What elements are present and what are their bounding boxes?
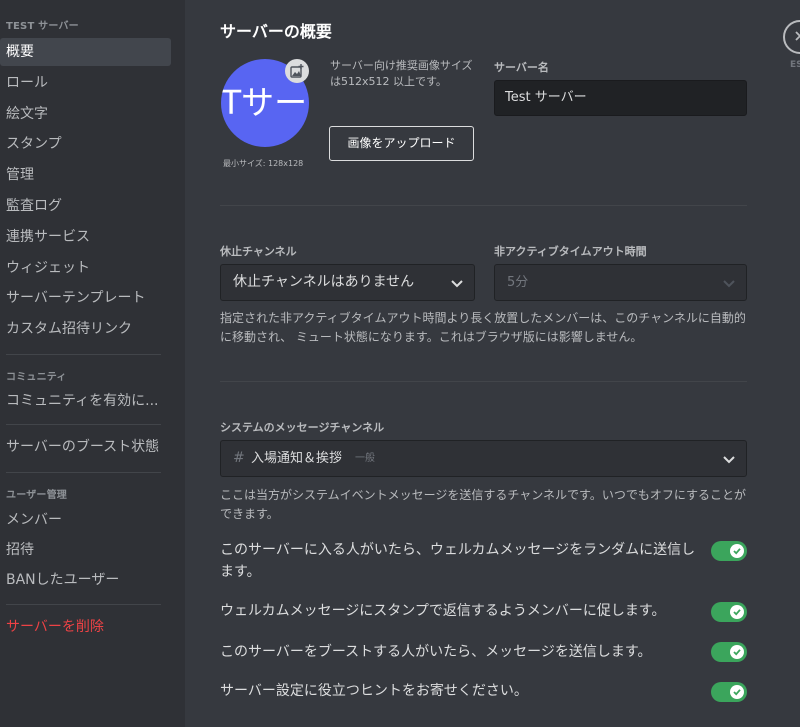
sidebar-item-widget[interactable]: ウィジェット [0, 254, 171, 282]
min-size-hint: 最小サイズ: 128x128 [223, 159, 304, 168]
page-title: サーバーの概要 [220, 22, 332, 41]
sidebar-item-overview[interactable]: 概要 [0, 38, 171, 66]
server-icon-text: Tサー [221, 83, 308, 122]
sidebar-header-user-management: ユーザー管理 [6, 490, 67, 501]
settings-sidebar: TEST サーバー 概要 ロール 絵文字 スタンプ 管理 監査ログ 連携サービス… [0, 0, 185, 727]
upload-hint: サーバー向け推奨画像サイズは512x512 以上です。 [330, 59, 473, 88]
toggle-label-sticker-reply: ウェルカムメッセージにスタンプで返信するようメンバーに促します。 [220, 603, 666, 619]
sidebar-item-boost-status[interactable]: サーバーのブースト状態 [0, 433, 171, 461]
section-divider [220, 381, 747, 382]
afk-channel-value: 休止チャンネルはありません [233, 274, 415, 290]
system-channel-note: ここは当方がシステムイベントメッセージを送信するチャンネルです。いつでもオフにす… [220, 488, 746, 521]
sidebar-item-roles[interactable]: ロール [0, 69, 171, 97]
channel-hash-icon: # [233, 450, 245, 466]
chevron-down-icon [450, 275, 464, 294]
toggle-label-boost-message: このサーバーをブーストする人がいたら、メッセージを送信します。 [220, 644, 652, 660]
sidebar-item-moderation[interactable]: 管理 [0, 161, 171, 189]
toggle-label-setup-tips: サーバー設定に役立つヒントをお寄せください。 [220, 683, 528, 699]
afk-timeout-select[interactable]: 5分 [494, 264, 747, 301]
toggle-boost-message[interactable] [711, 642, 747, 662]
sidebar-item-members[interactable]: メンバー [0, 506, 171, 534]
sidebar-item-bans[interactable]: BANしたユーザー [0, 566, 171, 594]
afk-timeout-label: 非アクティブタイムアウト時間 [494, 245, 647, 258]
sidebar-divider [6, 604, 161, 605]
add-image-icon[interactable] [285, 59, 309, 83]
close-icon [793, 28, 800, 47]
sidebar-item-enable-community[interactable]: コミュニティを有効に... [0, 387, 171, 415]
sidebar-header-server: TEST サーバー [6, 21, 79, 32]
check-icon [730, 685, 744, 699]
server-name-input[interactable]: Test サーバー [494, 80, 747, 116]
sidebar-item-integrations[interactable]: 連携サービス [0, 223, 171, 251]
toggle-setup-tips[interactable] [711, 682, 747, 702]
afk-timeout-value: 5分 [507, 275, 529, 290]
system-channel-category: 一般 [355, 453, 375, 464]
toggle-welcome-message[interactable] [711, 541, 747, 561]
afk-channel-label: 休止チャンネル [220, 245, 297, 258]
chevron-down-icon [722, 275, 736, 294]
sidebar-divider [6, 424, 161, 425]
upload-image-button[interactable]: 画像をアップロード [329, 126, 474, 161]
afk-note: 指定された非アクティブタイムアウト時間より長く放置したメンバーは、このチャンネル… [220, 311, 746, 344]
section-divider [220, 205, 747, 206]
system-channel-value: 入場通知＆挨拶 [251, 451, 343, 466]
toggle-label-welcome: このサーバーに入る人がいたら、ウェルカムメッセージをランダムに送信します。 [220, 542, 696, 580]
sidebar-item-stickers[interactable]: スタンプ [0, 130, 171, 158]
close-settings-button[interactable] [783, 20, 800, 54]
sidebar-item-server-template[interactable]: サーバーテンプレート [0, 284, 171, 312]
sidebar-item-vanity-url[interactable]: カスタム招待リンク [0, 315, 171, 343]
toggle-sticker-reply[interactable] [711, 602, 747, 622]
server-name-label: サーバー名 [494, 61, 549, 74]
sidebar-header-community: コミュニティ [6, 372, 67, 383]
sidebar-divider [6, 354, 161, 355]
sidebar-item-audit-log[interactable]: 監査ログ [0, 192, 171, 220]
sidebar-item-delete-server[interactable]: サーバーを削除 [0, 613, 171, 641]
check-icon [730, 544, 744, 558]
check-icon [730, 645, 744, 659]
settings-content: サーバーの概要 Tサー 最小サイズ: 128x128 サーバー向け推奨画像サイズ… [185, 0, 800, 727]
chevron-down-icon [722, 451, 736, 470]
sidebar-item-invites[interactable]: 招待 [0, 536, 171, 564]
check-icon [730, 605, 744, 619]
sidebar-divider [6, 472, 161, 473]
afk-channel-select[interactable]: 休止チャンネルはありません [220, 264, 475, 301]
sidebar-item-emoji[interactable]: 絵文字 [0, 100, 171, 128]
system-channel-select[interactable]: # 入場通知＆挨拶 一般 [220, 440, 747, 477]
esc-label: ESC [790, 60, 800, 70]
system-channel-label: システムのメッセージチャンネル [220, 421, 385, 434]
